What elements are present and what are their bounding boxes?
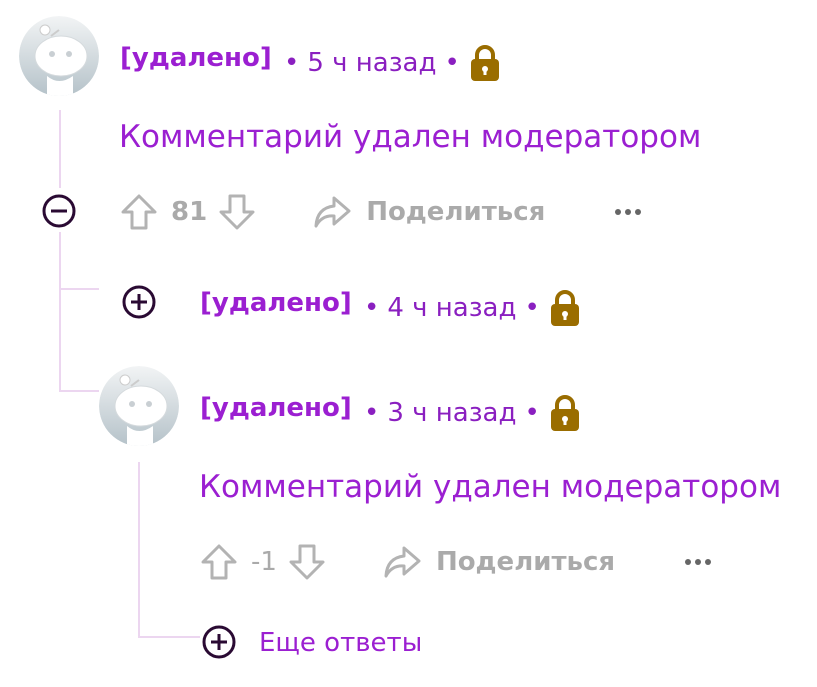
avatar[interactable]	[99, 366, 179, 446]
lock-icon	[470, 45, 499, 81]
thread-branch-3	[138, 636, 200, 638]
separator-dot: •	[444, 48, 460, 78]
separator-dot: •	[364, 293, 380, 323]
upvote-icon[interactable]	[119, 192, 159, 232]
share-label: Поделиться	[366, 197, 546, 227]
thread-branch-2	[59, 390, 99, 392]
minus-circle-icon[interactable]	[41, 193, 77, 229]
more-replies-link[interactable]: Еще ответы	[259, 630, 422, 656]
lock-icon	[550, 290, 579, 326]
comment-age[interactable]: 3 ч назад	[387, 400, 516, 426]
snoo-avatar-icon	[19, 16, 99, 96]
comment-author[interactable]: [удалено]	[120, 45, 272, 71]
share-arrow-icon	[314, 196, 351, 228]
snoo-avatar-icon	[99, 366, 179, 446]
separator-dot: •	[524, 293, 540, 323]
plus-circle-icon[interactable]	[121, 284, 157, 320]
comment-meta: • 3 ч назад •	[364, 394, 582, 432]
comment-meta: • 5 ч назад •	[284, 44, 502, 82]
ellipsis-icon[interactable]	[683, 557, 713, 567]
ellipsis-icon[interactable]	[613, 207, 643, 217]
comment-author[interactable]: [удалено]	[200, 395, 352, 421]
comment-age[interactable]: 5 ч назад	[307, 50, 436, 76]
thread-line-root-lower	[59, 232, 61, 392]
separator-dot: •	[524, 398, 540, 428]
downvote-icon[interactable]	[287, 542, 327, 582]
comment-actions: 81 Поделиться	[119, 190, 643, 234]
thread-line-nested	[138, 462, 140, 638]
thread-line-root	[59, 110, 61, 188]
comment-actions: -1 Поделиться	[199, 540, 713, 584]
share-button[interactable]: Поделиться	[312, 194, 545, 230]
plus-circle-icon[interactable]	[201, 624, 237, 660]
comment-author[interactable]: [удалено]	[200, 290, 352, 316]
lock-icon	[550, 395, 579, 431]
share-arrow-icon	[384, 546, 421, 578]
vote-count: -1	[251, 547, 277, 577]
share-label: Поделиться	[435, 547, 616, 577]
share-button[interactable]: Поделиться	[382, 544, 615, 580]
comment-meta: • 4 ч назад •	[364, 289, 582, 327]
upvote-icon[interactable]	[199, 542, 239, 582]
separator-dot: •	[284, 48, 300, 78]
comment-age[interactable]: 4 ч назад	[387, 295, 516, 321]
thread-branch-1	[59, 288, 99, 290]
separator-dot: •	[364, 398, 380, 428]
comment-body: Комментарий удален модератором	[119, 119, 702, 155]
vote-count: 81	[171, 197, 208, 227]
avatar[interactable]	[19, 16, 99, 96]
downvote-icon[interactable]	[217, 192, 257, 232]
comment-body: Комментарий удален модератором	[199, 469, 782, 505]
